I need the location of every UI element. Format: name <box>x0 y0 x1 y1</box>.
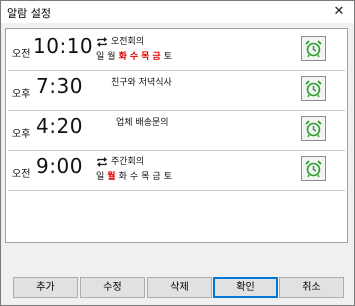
day-sun: 일 <box>96 52 105 62</box>
alarm-ampm: 오전 <box>12 169 31 180</box>
day-fri: 금 <box>152 52 161 62</box>
alarm-label: 주간회의 <box>111 157 145 167</box>
alarm-label: 오전회의 <box>111 37 145 47</box>
alarm-time: 10:10 <box>33 34 94 58</box>
close-icon[interactable]: ✕ <box>328 2 350 22</box>
alarm-clock-icon <box>305 80 322 98</box>
alarm-ampm: 오후 <box>12 89 31 100</box>
day-mon: 월 <box>107 172 116 182</box>
alarm-row[interactable]: 오후 4:20 업체 배송문의 <box>8 111 345 151</box>
day-sat: 토 <box>163 172 172 182</box>
day-thu: 목 <box>141 172 150 182</box>
alarm-time: 4:20 <box>36 114 83 138</box>
delete-button[interactable]: 삭제 <box>147 277 212 298</box>
alarm-row[interactable]: 오후 7:30 친구와 저녁식사 <box>8 71 345 111</box>
edit-button[interactable]: 수정 <box>80 277 145 298</box>
cancel-button[interactable]: 취소 <box>279 277 344 298</box>
alarm-ampm: 오전 <box>12 49 31 60</box>
repeat-icon <box>96 153 108 167</box>
window-title: 알람 설정 <box>7 7 51 20</box>
alarm-clock-icon <box>305 120 322 138</box>
ok-button[interactable]: 확인 <box>213 277 278 298</box>
alarm-label: 친구와 저녁식사 <box>111 78 172 88</box>
day-sun: 일 <box>96 172 105 182</box>
alarm-settings-window: 알람 설정 ✕ 오전 10:10 오전회의 일월화수목금토 오후 7:30 친구… <box>0 0 355 306</box>
alarm-toggle-button[interactable] <box>301 36 326 61</box>
alarm-time: 7:30 <box>36 74 83 98</box>
day-tue: 화 <box>118 52 127 62</box>
day-wed: 수 <box>129 172 139 182</box>
day-sat: 토 <box>163 52 172 62</box>
alarm-row[interactable]: 오전 9:00 주간회의 일월화수목금토 <box>8 151 345 191</box>
alarm-clock-icon <box>305 40 322 58</box>
add-button[interactable]: 추가 <box>13 277 78 298</box>
alarm-days: 일월화수목금토 <box>96 49 175 62</box>
alarm-row[interactable]: 오전 10:10 오전회의 일월화수목금토 <box>8 31 345 71</box>
alarm-time: 9:00 <box>36 154 83 178</box>
alarm-toggle-button[interactable] <box>301 76 326 101</box>
alarm-toggle-button[interactable] <box>301 156 326 181</box>
alarm-days: 일월화수목금토 <box>96 169 175 182</box>
repeat-icon <box>96 33 108 47</box>
day-thu: 목 <box>141 52 150 62</box>
day-mon: 월 <box>107 52 116 62</box>
title-bar: 알람 설정 ✕ <box>1 1 354 23</box>
alarm-clock-icon <box>305 160 322 178</box>
alarm-list[interactable]: 오전 10:10 오전회의 일월화수목금토 오후 7:30 친구와 저녁식사 오… <box>5 28 348 243</box>
alarm-ampm: 오후 <box>12 129 31 140</box>
day-tue: 화 <box>118 172 127 182</box>
day-fri: 금 <box>152 172 161 182</box>
alarm-toggle-button[interactable] <box>301 116 326 141</box>
alarm-label: 업체 배송문의 <box>116 118 169 128</box>
day-wed: 수 <box>129 52 139 62</box>
